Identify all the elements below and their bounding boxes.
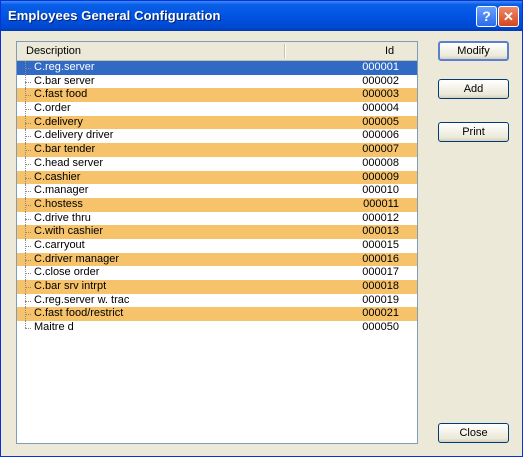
help-button[interactable]: ? [476, 6, 497, 27]
tree-line [25, 109, 31, 111]
tree-line [25, 163, 31, 165]
title-bar[interactable]: Employees General Configuration ? ✕ [1, 1, 522, 31]
employee-types-list[interactable]: Description Id C.reg.server 000001 C.bar s… [16, 41, 418, 444]
item-description: Maitre d [34, 321, 74, 334]
item-id: 000015 [362, 238, 399, 251]
list-item[interactable]: C.bar tender 000007 [17, 143, 417, 157]
tree-line [25, 245, 31, 247]
column-separator[interactable] [284, 44, 286, 58]
tree-line [25, 136, 31, 138]
item-description: C.with cashier [34, 225, 104, 238]
item-description: C.driver manager [34, 252, 119, 265]
list-item[interactable]: C.fast food 000003 [17, 88, 417, 103]
item-id: 000012 [362, 211, 399, 224]
tree-line [25, 287, 31, 288]
item-description: C.reg.server w. trac [34, 293, 130, 306]
list-item[interactable]: C.delivery 000005 [17, 115, 417, 130]
item-id: 000005 [362, 115, 399, 128]
help-icon: ? [482, 8, 491, 24]
list-item[interactable]: C.manager 000010 [17, 184, 417, 198]
list-header: Description Id [17, 42, 417, 61]
print-button[interactable]: Print [438, 122, 509, 142]
tree-line [25, 81, 31, 83]
item-id: 000011 [363, 197, 399, 210]
window-title: Employees General Configuration [8, 8, 221, 23]
tree-line [25, 218, 31, 220]
list-item[interactable]: C.with cashier 000013 [17, 225, 417, 239]
tree-line [25, 273, 31, 275]
item-description: C.order [34, 102, 71, 115]
item-id: 000007 [362, 143, 399, 156]
item-description: C.delivery [34, 115, 83, 128]
list-item[interactable]: C.fast food/restrict 000021 [17, 307, 417, 322]
tree-line [25, 300, 31, 302]
list-item[interactable]: C.drive thru 000012 [17, 211, 417, 226]
item-id: 000021 [362, 307, 399, 320]
add-button[interactable]: Add [438, 79, 509, 99]
close-button[interactable]: Close [438, 423, 509, 443]
column-header-id[interactable]: Id [385, 45, 394, 57]
item-id: 000003 [362, 88, 399, 101]
close-icon: ✕ [503, 9, 514, 24]
window-close-button[interactable]: ✕ [498, 6, 519, 27]
tree-line [25, 68, 31, 69]
tree-line [25, 191, 31, 193]
item-description: C.bar tender [34, 143, 96, 156]
item-id: 000016 [362, 252, 399, 265]
item-description: C.fast food [34, 88, 88, 101]
tree-line [25, 177, 31, 179]
item-id: 000018 [362, 280, 399, 292]
item-id: 000050 [362, 321, 399, 334]
dialog-window: Employees General Configuration ? ✕ Desc… [0, 0, 523, 457]
list-item[interactable]: C.driver manager 000016 [17, 252, 417, 267]
list-item[interactable]: C.cashier 000009 [17, 170, 417, 185]
item-id: 000006 [362, 129, 399, 142]
tree-line [25, 321, 27, 329]
list-item[interactable]: C.hostess 000011 [17, 197, 417, 212]
item-description: C.manager [34, 184, 89, 197]
item-id: 000019 [362, 293, 399, 306]
item-description: C.reg.server [34, 61, 95, 73]
item-description: C.delivery driver [34, 129, 114, 142]
item-description: C.hostess [34, 197, 83, 210]
item-id: 000008 [362, 156, 399, 169]
item-description: C.cashier [34, 170, 81, 183]
item-id: 000010 [362, 184, 399, 197]
tree-line [25, 150, 31, 152]
item-id: 000017 [362, 266, 399, 279]
column-header-description[interactable]: Description [26, 45, 81, 57]
item-id: 000013 [362, 225, 399, 238]
list-item[interactable]: C.head server 000008 [17, 156, 417, 171]
tree-line [25, 204, 31, 206]
item-description: C.carryout [34, 238, 85, 251]
list-rows: C.reg.server 000001 C.bar server 000002 C.fa… [17, 61, 417, 335]
tree-line [25, 232, 31, 234]
list-item[interactable]: Maitre d 000050 [17, 321, 417, 335]
modify-button[interactable]: Modify [438, 41, 509, 61]
item-description: C.bar srv intrpt [34, 280, 107, 292]
list-item[interactable]: C.reg.server w. trac 000019 [17, 293, 417, 308]
tree-line [25, 122, 31, 124]
list-item[interactable]: C.carryout 000015 [17, 238, 417, 253]
list-item[interactable]: C.close order 000017 [17, 266, 417, 280]
item-description: C.head server [34, 156, 104, 169]
list-item[interactable]: C.reg.server 000001 [17, 61, 417, 75]
tree-line [25, 259, 31, 261]
item-description: C.fast food/restrict [34, 307, 124, 320]
tree-line [25, 328, 31, 330]
list-item[interactable]: C.delivery driver 000006 [17, 129, 417, 144]
item-description: C.close order [34, 266, 100, 279]
item-id: 000002 [362, 74, 399, 87]
tree-line [25, 95, 31, 97]
list-item[interactable]: C.bar srv intrpt 000018 [17, 280, 417, 294]
item-description: C.bar server [34, 74, 95, 87]
list-item[interactable]: C.order 000004 [17, 102, 417, 116]
item-id: 000004 [362, 102, 399, 115]
item-id: 000009 [362, 170, 399, 183]
list-item[interactable]: C.bar server 000002 [17, 74, 417, 89]
tree-line [25, 314, 31, 316]
item-id: 000001 [362, 61, 399, 73]
item-description: C.drive thru [34, 211, 91, 224]
dialog-content: Description Id C.reg.server 000001 C.bar s… [1, 31, 522, 456]
